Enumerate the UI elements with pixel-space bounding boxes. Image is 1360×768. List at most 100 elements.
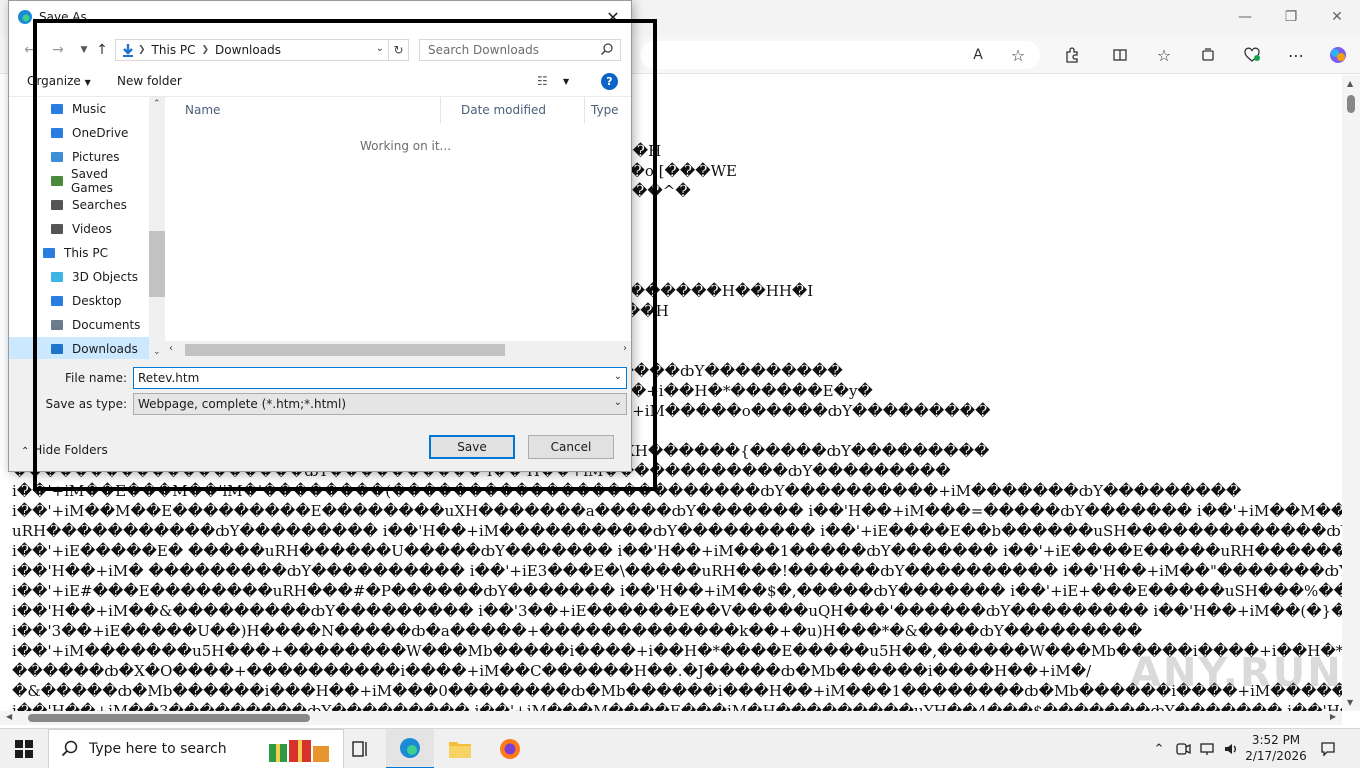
scroll-left-icon[interactable]: ‹ [169,343,173,354]
up-arrow-icon[interactable]: ↑ [91,39,113,61]
view-options-icon[interactable]: ☷ [537,74,548,88]
nav-item-label: Videos [72,222,112,236]
favorites-icon[interactable]: ☆ [1150,42,1178,68]
nav-item-this-pc[interactable]: This PC [9,241,149,265]
breadcrumb-this-pc[interactable]: This PC [148,43,200,57]
nav-item-label: Saved Games [70,167,113,195]
file-list-horizontal-scrollbar[interactable]: ‹ › [165,341,631,359]
search-icon[interactable] [600,42,614,59]
browser-essentials-icon[interactable] [1238,42,1266,68]
documents-icon [49,317,67,333]
content-line: i��'H��+iM��3���������ȸY��������� i��'+i… [12,702,1342,711]
task-view-icon[interactable] [336,729,384,768]
breadcrumb-dropdown-icon[interactable]: ⌄ [376,43,384,54]
settings-more-icon[interactable]: ⋯ [1282,42,1310,68]
nav-item-searches[interactable]: Searches [9,193,149,217]
hide-folders-button[interactable]: ⌃ Hide Folders [21,443,108,457]
restore-icon[interactable]: ❐ [1268,0,1314,34]
chevron-up-icon: ⌃ [21,446,30,457]
scroll-right-icon[interactable]: ▶ [1330,712,1336,721]
taskbar-search-placeholder: Type here to search [89,741,227,757]
copilot-icon[interactable] [1324,42,1352,68]
refresh-icon[interactable]: ↻ [388,40,408,60]
nav-item-documents[interactable]: Documents [9,313,149,337]
vertical-scrollbar[interactable]: ▲ ▼ [1342,75,1360,711]
nav-item-pictures[interactable]: Pictures [9,145,149,169]
extensions-icon[interactable] [1058,42,1086,68]
nav-item-3d-objects[interactable]: 3D Objects [9,265,149,289]
edge-taskbar-icon[interactable] [386,729,434,768]
file-name-input[interactable] [134,368,604,388]
file-list-pane: Name Date modified Type Working on it... [165,97,631,359]
cancel-button[interactable]: Cancel [528,435,614,459]
save-as-dialog: Save As ✕ ← → ▼ ↑ ❯ This PC ❯ Downloads … [8,0,632,472]
windows-logo-icon [15,740,33,758]
new-folder-button[interactable]: New folder [117,74,182,88]
navigation-pane: Music OneDrive Pictures Saved Games Searches… [9,97,149,359]
column-header-type[interactable]: Type [585,97,631,123]
scroll-up-icon[interactable]: ⌃ [153,99,161,109]
dialog-close-icon[interactable]: ✕ [601,5,625,29]
nav-item-onedrive[interactable]: OneDrive [9,121,149,145]
navigation-scroll-thumb[interactable] [149,231,165,297]
scroll-up-icon[interactable]: ▲ [1347,79,1353,88]
favorite-star-icon[interactable]: ☆ [1004,42,1032,68]
breadcrumb[interactable]: ❯ This PC ❯ Downloads ⌄ ↻ [115,39,409,61]
system-clock[interactable]: 3:52 PM 2/17/2026 [1244,732,1308,764]
navigation-pane-scrollbar[interactable]: ⌃ ⌄ [149,97,165,359]
network-icon[interactable] [1196,729,1218,768]
close-icon[interactable]: ✕ [1314,0,1360,34]
meet-now-icon[interactable] [1172,729,1194,768]
3d-objects-icon [49,269,67,285]
help-icon[interactable]: ? [601,73,618,90]
read-aloud-icon[interactable]: A [964,42,992,68]
taskbar-search-box[interactable]: Type here to search [48,729,344,768]
start-button[interactable] [0,729,48,768]
scroll-right-icon[interactable]: › [623,343,627,354]
edge-logo-icon [17,9,33,28]
scroll-down-icon[interactable]: ▼ [1347,698,1353,707]
nav-item-saved-games[interactable]: Saved Games [9,167,149,195]
breadcrumb-downloads[interactable]: Downloads [211,43,285,57]
search-downloads-field[interactable] [419,39,621,61]
content-line: i��'+iE�����E� �����uRH������U�����ȸY���… [12,542,1342,560]
view-dropdown-icon[interactable]: ▼ [563,77,569,86]
chevron-down-icon[interactable]: ⌄ [614,371,622,382]
collections-icon[interactable] [1194,42,1222,68]
save-button[interactable]: Save [429,435,515,459]
nav-item-downloads[interactable]: Downloads [9,337,149,359]
volume-icon[interactable] [1220,729,1242,768]
minimize-icon[interactable]: — [1222,0,1268,34]
content-line: i��'H��+iM� ���������ȸY���������� i��'+i… [12,562,1342,580]
show-hidden-icons-icon[interactable]: ⌃ [1148,729,1170,768]
gift-boxes-icon[interactable] [267,736,333,767]
file-name-field[interactable]: ⌄ [133,367,627,389]
nav-item-desktop[interactable]: Desktop [9,289,149,313]
file-explorer-icon[interactable] [436,729,484,768]
dialog-command-bar: Organize ▼ New folder ☷ ▼ ? [9,67,631,97]
back-arrow-icon[interactable]: ← [19,39,41,61]
vertical-scroll-thumb[interactable] [1347,95,1355,113]
dialog-title: Save As [39,10,87,24]
file-list-scroll-thumb[interactable] [185,344,505,356]
horizontal-scroll-thumb[interactable] [28,714,310,722]
scroll-down-icon[interactable]: ⌄ [153,347,161,357]
split-screen-icon[interactable] [1106,42,1134,68]
organize-button[interactable]: Organize ▼ [27,74,91,88]
search-input[interactable] [420,40,596,60]
firefox-icon[interactable] [486,729,534,768]
save-as-type-select[interactable]: Webpage, complete (*.htm;*.html) ⌄ [133,393,627,415]
nav-item-videos[interactable]: Videos [9,217,149,241]
column-header-name[interactable]: Name [165,97,441,123]
loading-status: Working on it... [360,139,452,153]
horizontal-scrollbar[interactable]: ◀ ▶ [0,711,1342,725]
column-header-date-modified[interactable]: Date modified [441,97,585,123]
chevron-down-icon[interactable]: ⌄ [614,397,622,408]
content-line: i��'+iE#���E��������uRH���#�P������ȸY���… [12,582,1342,600]
nav-item-label: Searches [72,198,127,212]
nav-item-music[interactable]: Music [9,97,149,121]
forward-arrow-icon[interactable]: → [47,39,69,61]
notifications-icon[interactable] [1314,729,1342,768]
scroll-left-icon[interactable]: ◀ [6,712,12,721]
saved-games-icon [49,173,66,189]
